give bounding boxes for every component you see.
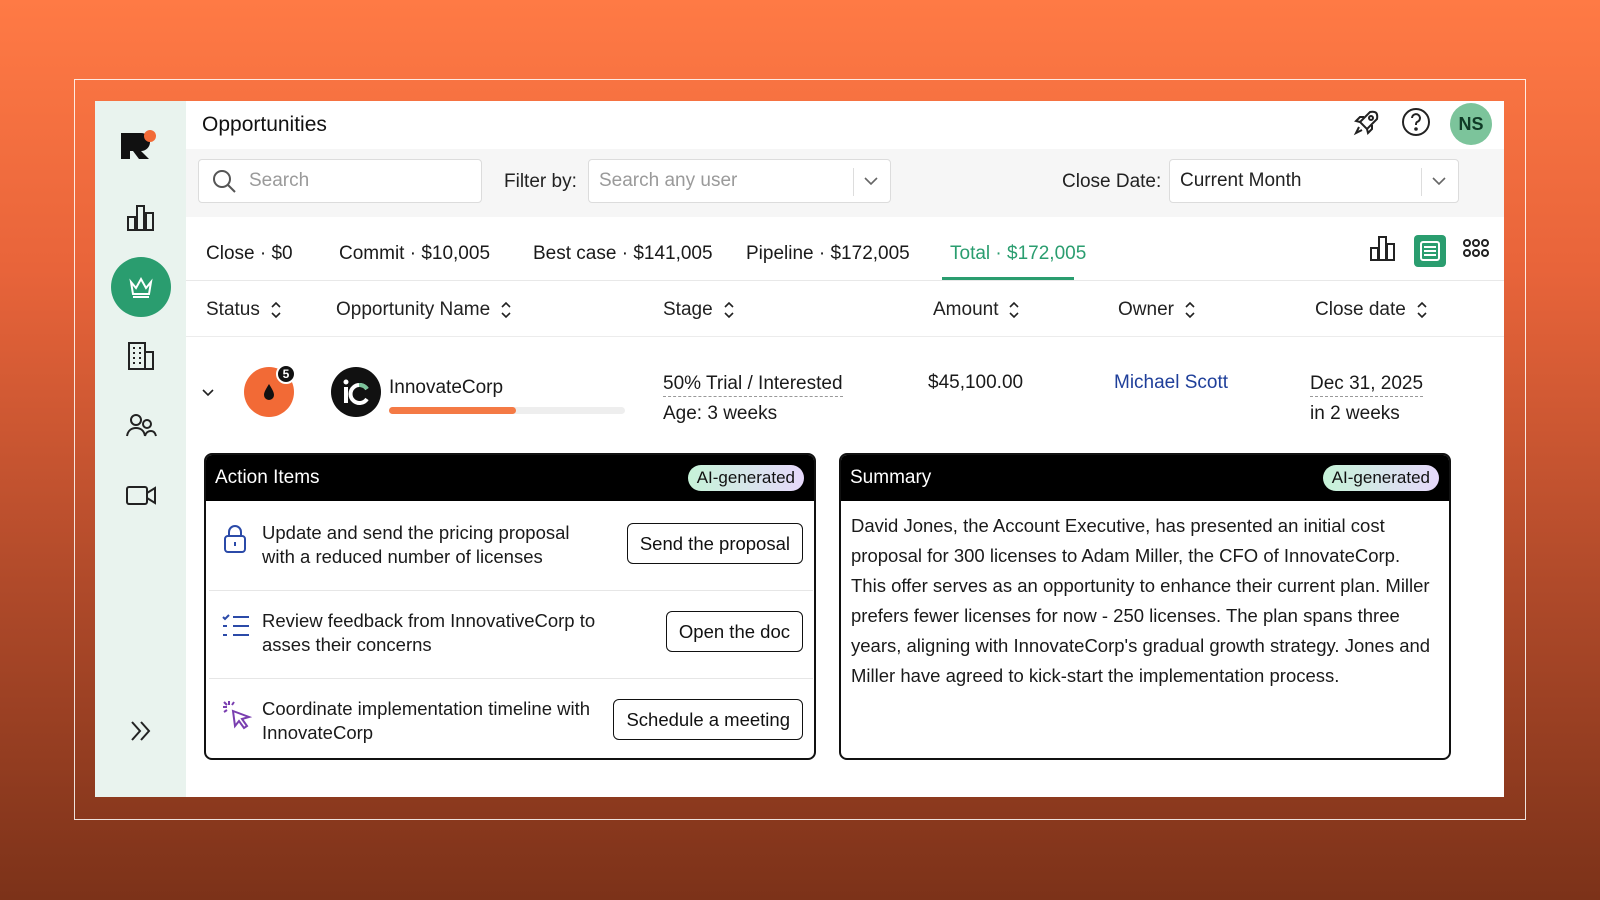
users-icon xyxy=(125,414,157,437)
ai-generated-badge: AI-generated xyxy=(1322,465,1439,491)
sidebar-item-meetings[interactable] xyxy=(95,465,186,525)
video-icon xyxy=(125,486,156,505)
close-date-label: Close Date: xyxy=(1062,171,1162,192)
sort-icon xyxy=(1417,301,1427,319)
tab-close[interactable]: Close · $0 xyxy=(206,243,293,265)
summary-text: David Jones, the Account Executive, has … xyxy=(851,515,1431,686)
app-logo[interactable] xyxy=(121,129,161,169)
help-icon[interactable] xyxy=(1400,106,1432,143)
rocket-icon[interactable] xyxy=(1352,107,1382,142)
action-item-text: Update and send the pricing proposal wit… xyxy=(262,522,570,567)
tab-pipeline[interactable]: Pipeline · $172,005 xyxy=(746,243,910,265)
sort-icon xyxy=(1185,301,1195,319)
column-label: Close date xyxy=(1315,299,1406,320)
app-window: Opportunities NS Filter by: xyxy=(95,101,1504,797)
sort-icon xyxy=(1009,301,1020,319)
user-filter-select[interactable] xyxy=(588,159,891,203)
summary-card: Summary AI-generated David Jones, the Ac… xyxy=(839,453,1451,760)
open-doc-button[interactable]: Open the doc xyxy=(665,611,803,652)
opportunity-name-link[interactable]: InnovateCorp xyxy=(389,377,503,399)
search-input[interactable] xyxy=(249,170,449,192)
company-logo xyxy=(331,367,381,417)
column-opportunity-name[interactable]: Opportunity Name xyxy=(336,299,512,321)
owner-link[interactable]: Michael Scott xyxy=(1114,372,1228,394)
column-label: Stage xyxy=(663,299,713,320)
close-date-value[interactable]: Dec 31, 2025 xyxy=(1310,372,1424,397)
list-view-icon[interactable] xyxy=(1414,234,1446,267)
filter-bar: Filter by: Close Date: Current Month xyxy=(186,149,1504,217)
column-label: Opportunity Name xyxy=(336,299,491,320)
chevron-down-icon[interactable] xyxy=(200,385,216,401)
column-label: Owner xyxy=(1118,299,1174,320)
grid-view-icon[interactable] xyxy=(1462,237,1490,264)
close-date-value: Current Month xyxy=(1180,170,1302,191)
chevron-down-icon[interactable] xyxy=(1430,172,1448,190)
search-box[interactable] xyxy=(198,159,482,203)
filter-by-label: Filter by: xyxy=(504,171,577,192)
column-status[interactable]: Status xyxy=(206,299,282,321)
status-count-badge: 5 xyxy=(276,364,296,384)
action-item-text: Review feedback from InnovativeCorp to a… xyxy=(262,610,596,655)
column-owner[interactable]: Owner xyxy=(1118,299,1196,321)
sort-icon xyxy=(271,301,281,319)
action-item-text: Coordinate implementation timeline with … xyxy=(262,698,591,743)
table-header: Status Opportunity Name Stage Amount Own… xyxy=(186,281,1504,337)
main-content: Opportunities NS Filter by: xyxy=(186,101,1504,797)
ai-generated-badge: AI-generated xyxy=(687,465,804,491)
table-row[interactable]: 5 InnovateCorp 50% Trial / Interested Ag… xyxy=(186,337,1504,453)
column-amount[interactable]: Amount xyxy=(933,299,1020,321)
sidebar-item-analytics[interactable] xyxy=(95,187,186,247)
user-filter-input[interactable] xyxy=(599,170,799,192)
action-item: Update and send the pricing proposal wit… xyxy=(209,503,813,591)
close-date-select[interactable]: Current Month xyxy=(1169,159,1459,203)
card-title: Action Items xyxy=(215,467,320,488)
close-date-relative: in 2 weeks xyxy=(1310,403,1400,424)
column-close-date[interactable]: Close date xyxy=(1315,299,1428,321)
amount-value: $45,100.00 xyxy=(928,372,1024,393)
sidebar-item-contacts[interactable] xyxy=(95,396,186,456)
card-title: Summary xyxy=(850,467,932,488)
select-divider xyxy=(853,168,854,196)
crown-icon xyxy=(128,276,153,298)
user-avatar[interactable]: NS xyxy=(1450,103,1492,145)
building-icon xyxy=(127,342,154,370)
action-item: Review feedback from InnovativeCorp to a… xyxy=(209,591,813,679)
double-chevron-right-icon xyxy=(130,721,150,741)
tab-commit[interactable]: Commit · $10,005 xyxy=(339,243,490,265)
active-tab-indicator xyxy=(942,277,1074,280)
sidebar xyxy=(95,101,186,797)
chart-view-icon[interactable] xyxy=(1368,233,1398,268)
column-stage[interactable]: Stage xyxy=(663,299,735,321)
send-proposal-button[interactable]: Send the proposal xyxy=(626,523,803,564)
action-items-card: Action Items AI-generated Update and sen… xyxy=(204,453,816,760)
forecast-tabs: Close · $0 Commit · $10,005 Best case · … xyxy=(186,217,1504,281)
search-icon xyxy=(213,170,236,193)
cursor-click-icon xyxy=(223,701,253,730)
list-icon xyxy=(222,614,249,636)
deal-progress-bar xyxy=(389,407,625,414)
stage-value[interactable]: 50% Trial / Interested xyxy=(663,372,843,397)
lock-icon xyxy=(224,525,246,553)
tab-best-case[interactable]: Best case · $141,005 xyxy=(533,243,713,265)
chevron-down-icon[interactable] xyxy=(862,172,880,190)
deal-progress-fill xyxy=(389,407,517,414)
stage-age: Age: 3 weeks xyxy=(663,403,778,424)
sidebar-item-opportunities[interactable] xyxy=(95,257,186,317)
column-label: Amount xyxy=(933,299,999,320)
sort-icon xyxy=(501,301,511,319)
select-divider xyxy=(1421,168,1422,196)
top-bar: Opportunities NS xyxy=(186,101,1504,149)
tab-total[interactable]: Total · $172,005 xyxy=(950,243,1086,265)
expand-sidebar-button[interactable] xyxy=(95,701,186,761)
column-label: Status xyxy=(206,299,260,320)
sort-icon xyxy=(724,301,734,319)
schedule-meeting-button[interactable]: Schedule a meeting xyxy=(613,699,803,740)
action-item: Coordinate implementation timeline with … xyxy=(209,679,813,758)
bar-chart-icon xyxy=(126,205,154,231)
sidebar-item-companies[interactable] xyxy=(95,326,186,386)
droplet-icon xyxy=(264,384,274,400)
page-title: Opportunities xyxy=(202,113,327,136)
